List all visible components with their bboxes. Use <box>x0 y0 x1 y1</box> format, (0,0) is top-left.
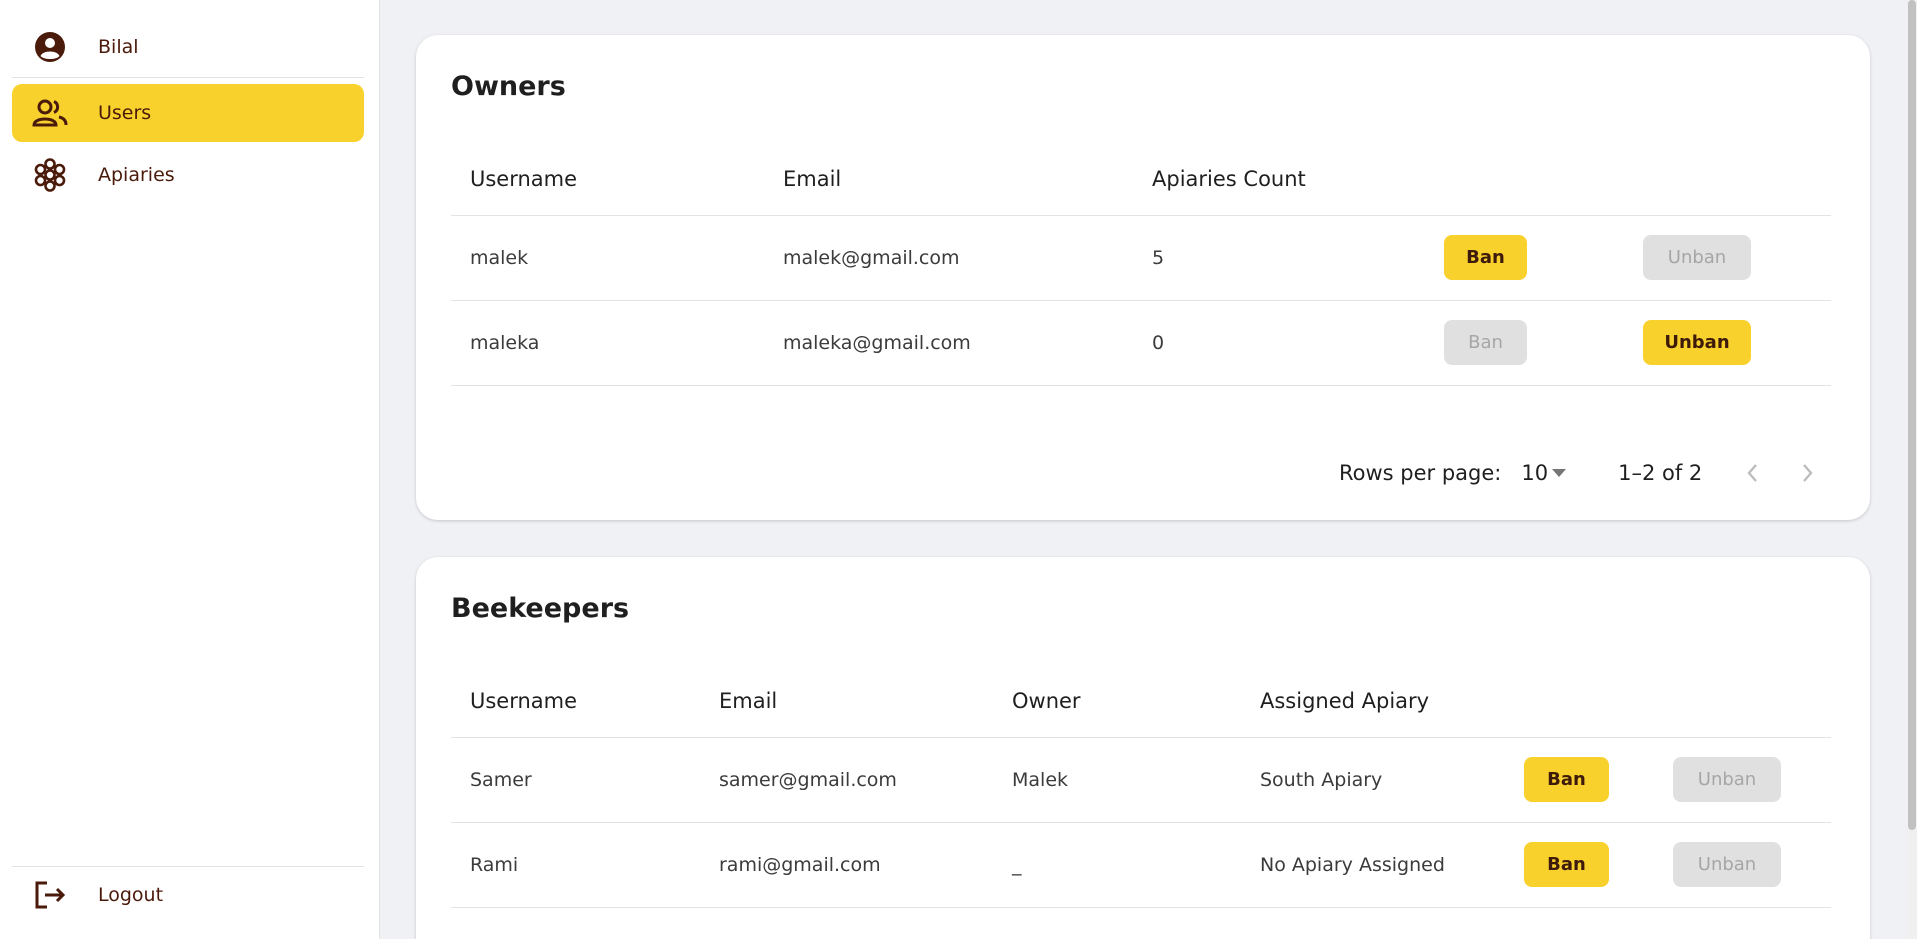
unban-button[interactable]: Unban <box>1673 842 1781 887</box>
cell-email: malek@gmail.com <box>764 215 1133 301</box>
table-header-row: Username Email Apiaries Count <box>451 143 1831 216</box>
cell-assigned-apiary: South Apiary <box>1241 737 1505 823</box>
cell-owner: _ <box>993 822 1241 908</box>
cell-apiaries-count: 5 <box>1133 215 1425 301</box>
beekeepers-title: Beekeepers <box>451 593 630 624</box>
logout-item[interactable]: Logout <box>12 866 364 924</box>
cell-ban: Ban <box>1505 822 1654 908</box>
users-icon <box>12 98 88 128</box>
ban-button[interactable]: Ban <box>1524 842 1609 887</box>
cell-username: Samer <box>451 737 700 823</box>
chevron-down-icon <box>1552 469 1567 477</box>
column-header-unban <box>1624 143 1831 216</box>
column-header-email: Email <box>700 665 993 738</box>
cell-unban: Unban <box>1624 215 1831 301</box>
column-header-username: Username <box>451 665 700 738</box>
column-header-assigned-apiary: Assigned Apiary <box>1241 665 1505 738</box>
table-row: Rami rami@gmail.com _ No Apiary Assigned… <box>451 822 1831 908</box>
pagination-range: 1–2 of 2 <box>1618 461 1703 485</box>
ban-button[interactable]: Ban <box>1524 757 1609 802</box>
cell-unban: Unban <box>1654 737 1831 823</box>
cell-email: maleka@gmail.com <box>764 300 1133 386</box>
cell-unban: Unban <box>1624 300 1831 386</box>
cell-unban: Unban <box>1654 822 1831 908</box>
previous-page-button[interactable] <box>1732 453 1772 493</box>
column-header-unban <box>1654 665 1831 738</box>
profile-name: Bilal <box>98 36 139 58</box>
cell-owner: Malek <box>993 737 1241 823</box>
table-header-row: Username Email Owner Assigned Apiary <box>451 665 1831 738</box>
table-row: malek malek@gmail.com 5 Ban Unban <box>451 215 1831 301</box>
page-scrollbar[interactable] <box>1907 0 1917 939</box>
column-header-ban <box>1425 143 1624 216</box>
sidebar-divider <box>12 77 364 78</box>
column-header-apiaries-count: Apiaries Count <box>1133 143 1425 216</box>
main-content: Owners Username Email Apiaries Count mal… <box>380 0 1917 939</box>
cell-ban: Ban <box>1425 215 1624 301</box>
next-page-button[interactable] <box>1788 453 1828 493</box>
rows-per-page-label: Rows per page: <box>1339 461 1502 485</box>
profile-item[interactable]: Bilal <box>12 18 364 76</box>
ban-button[interactable]: Ban <box>1444 320 1527 365</box>
apiary-icon <box>12 158 88 192</box>
cell-apiaries-count: 0 <box>1133 300 1425 386</box>
logout-label: Logout <box>98 884 164 906</box>
cell-username: Rami <box>451 822 700 908</box>
account-circle-icon <box>12 31 88 63</box>
owners-pagination: Rows per page: 10 1–2 of 2 <box>1339 453 1828 493</box>
owners-title: Owners <box>451 71 566 102</box>
unban-button[interactable]: Unban <box>1643 235 1751 280</box>
logout-icon <box>12 880 88 910</box>
chevron-right-icon <box>1803 464 1813 482</box>
sidebar-item-label: Apiaries <box>98 164 175 186</box>
unban-button[interactable]: Unban <box>1673 757 1781 802</box>
column-header-email: Email <box>764 143 1133 216</box>
cell-assigned-apiary: No Apiary Assigned <box>1241 822 1505 908</box>
ban-button[interactable]: Ban <box>1444 235 1527 280</box>
owners-table: Username Email Apiaries Count malek male… <box>451 143 1831 386</box>
sidebar-item-users[interactable]: Users <box>12 84 364 142</box>
table-row: Samer samer@gmail.com Malek South Apiary… <box>451 737 1831 823</box>
cell-email: samer@gmail.com <box>700 737 993 823</box>
unban-button[interactable]: Unban <box>1643 320 1751 365</box>
cell-ban: Ban <box>1425 300 1624 386</box>
sidebar-item-apiaries[interactable]: Apiaries <box>12 146 364 204</box>
scrollbar-thumb[interactable] <box>1908 0 1916 830</box>
cell-username: malek <box>451 215 764 301</box>
sidebar: Bilal Users Apiaries Logout <box>0 0 380 939</box>
owners-card: Owners Username Email Apiaries Count mal… <box>416 35 1870 520</box>
rows-per-page-select[interactable]: 10 <box>1521 461 1567 485</box>
cell-ban: Ban <box>1505 737 1654 823</box>
rows-per-page-value: 10 <box>1521 461 1549 485</box>
cell-email: rami@gmail.com <box>700 822 993 908</box>
column-header-owner: Owner <box>993 665 1241 738</box>
column-header-ban <box>1505 665 1654 738</box>
chevron-left-icon <box>1747 464 1758 482</box>
column-header-username: Username <box>451 143 764 216</box>
cell-username: maleka <box>451 300 764 386</box>
beekeepers-card: Beekeepers Username Email Owner Assigned… <box>416 557 1870 939</box>
beekeepers-table: Username Email Owner Assigned Apiary Sam… <box>451 665 1831 908</box>
table-row: maleka maleka@gmail.com 0 Ban Unban <box>451 300 1831 386</box>
sidebar-item-label: Users <box>98 102 152 124</box>
